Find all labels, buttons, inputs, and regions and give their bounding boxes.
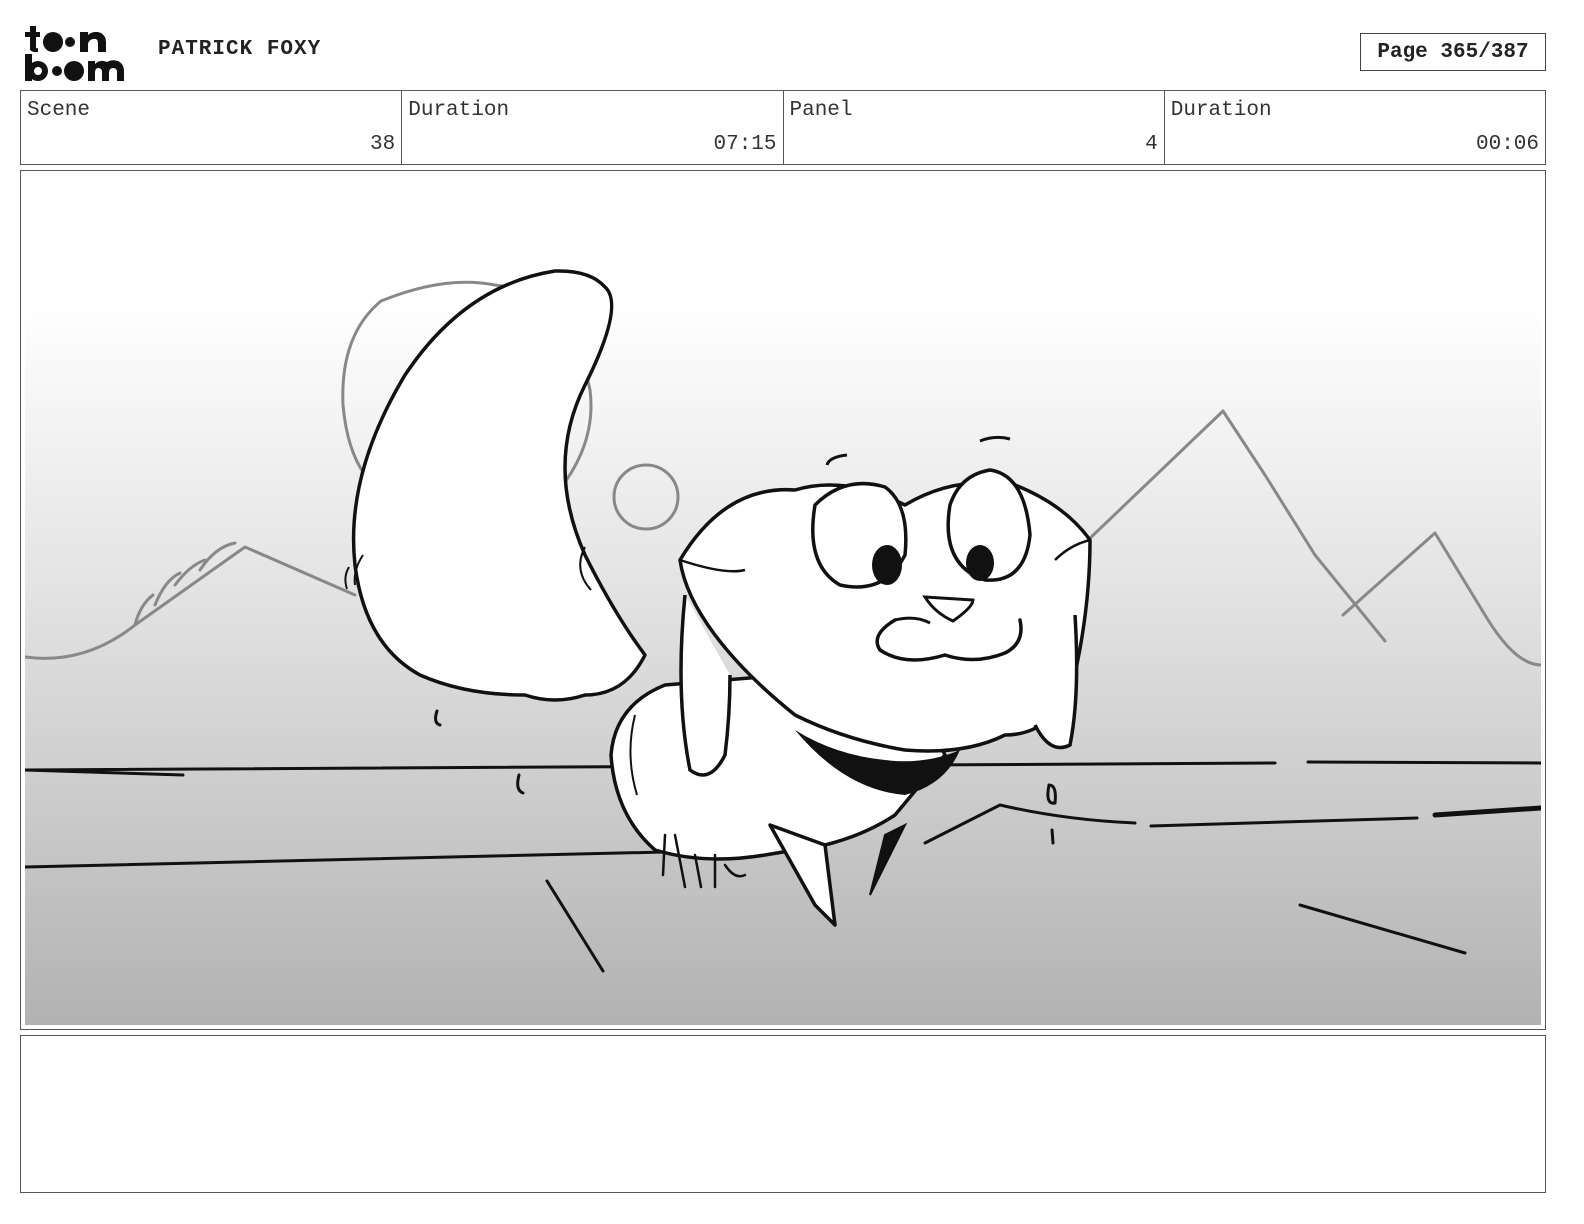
scene-duration-cell: Duration 07:15 [402,91,784,164]
scene-cell: Scene 38 [21,91,403,164]
storyboard-panel [20,170,1546,1030]
page-indicator: Page 365/387 [1360,33,1546,71]
scene-duration-label: Duration [408,99,510,122]
scene-label: Scene [27,99,91,122]
project-title: PATRICK FOXY [158,38,322,61]
panel-label: Panel [789,99,853,122]
panel-cell: Panel 4 [784,91,1165,164]
panel-duration-cell: Duration 00:06 [1165,91,1545,164]
panel-value: 4 [1145,133,1158,156]
scene-duration-value: 07:15 [713,133,777,156]
scene-value: 38 [370,133,396,156]
panel-duration-value: 00:06 [1475,133,1539,156]
toon-boom-logo [22,22,137,84]
panel-duration-label: Duration [1170,99,1272,122]
scene-info-table: Scene 38 Duration 07:15 Panel 4 Duration… [20,90,1546,165]
panel-notes [20,1035,1546,1193]
fox-sketch-illustration [25,175,1541,1025]
